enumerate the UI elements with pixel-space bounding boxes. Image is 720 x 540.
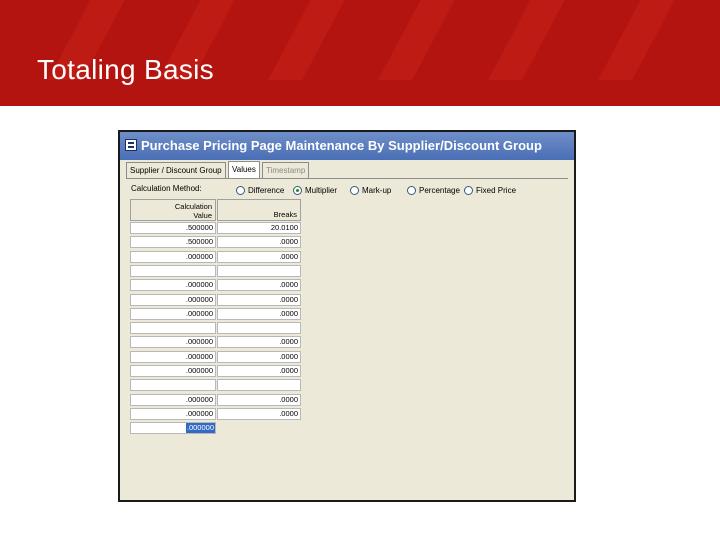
radio-button-icon <box>464 185 473 195</box>
grid-cell-calculation-value[interactable]: .000000 <box>130 279 216 291</box>
grid-cell-breaks[interactable]: .0000 <box>217 236 301 248</box>
slide-header: Totaling Basis <box>0 0 720 106</box>
grid-cell-calculation-value[interactable]: .000000 <box>130 394 216 406</box>
grid-cell-calculation-value[interactable]: .000000 <box>130 336 216 348</box>
header-stripe <box>488 0 586 80</box>
grid-cell-calculation-value[interactable] <box>130 379 216 391</box>
tab-supplier-discount-group[interactable]: Supplier / Discount Group <box>126 162 226 178</box>
column-header-calculation-value[interactable]: Calculation Value <box>130 199 216 221</box>
grid-cell-breaks[interactable]: .0000 <box>217 251 301 263</box>
grid-cell-breaks[interactable] <box>217 322 301 334</box>
grid-cell-breaks[interactable]: .0000 <box>217 336 301 348</box>
radio-button-icon <box>236 185 245 195</box>
grid-cell-calculation-value[interactable]: .000000 <box>130 351 216 363</box>
radio-multiplier[interactable]: Multiplier <box>293 185 337 195</box>
grid-cell-calculation-value[interactable]: .000000 <box>130 251 216 263</box>
grid-cell-calculation-value[interactable] <box>130 265 216 277</box>
window-title: Purchase Pricing Page Maintenance By Sup… <box>141 138 542 153</box>
app-window: Purchase Pricing Page Maintenance By Sup… <box>118 130 576 502</box>
grid-cell-breaks[interactable] <box>217 265 301 277</box>
grid-cell-calculation-value[interactable]: .000000 <box>130 308 216 320</box>
radio-difference[interactable]: Difference <box>236 185 284 195</box>
calculation-method-label: Calculation Method: <box>131 184 202 193</box>
tab-values[interactable]: Values <box>228 161 260 179</box>
grid-cell-breaks[interactable] <box>217 379 301 391</box>
column-header-breaks[interactable]: Breaks <box>217 199 301 221</box>
radio-percentage[interactable]: Percentage <box>407 185 460 195</box>
radio-button-checked-icon <box>293 185 302 195</box>
grid-cell-calculation-value[interactable]: .000000 <box>130 294 216 306</box>
radio-fixed-price[interactable]: Fixed Price <box>464 185 516 195</box>
radio-button-icon <box>407 185 416 195</box>
radio-mark-up[interactable]: Mark-up <box>350 185 391 195</box>
window-titlebar[interactable]: Purchase Pricing Page Maintenance By Sup… <box>120 132 574 160</box>
grid-cell-calculation-value[interactable]: .000000 <box>130 365 216 377</box>
grid-cell-calculation-value[interactable]: .500000 <box>130 222 216 234</box>
grid-cell-breaks[interactable]: .0000 <box>217 408 301 420</box>
selected-text: .000000 <box>185 423 215 433</box>
radio-button-icon <box>350 185 359 195</box>
grid-cell-calculation-value[interactable] <box>130 322 216 334</box>
grid-cell-calculation-value[interactable]: .500000 <box>130 236 216 248</box>
grid-cell-breaks[interactable]: .0000 <box>217 351 301 363</box>
grid-cell-breaks[interactable]: .0000 <box>217 294 301 306</box>
grid-cell-breaks[interactable]: .0000 <box>217 394 301 406</box>
slide-title: Totaling Basis <box>37 54 214 85</box>
grid-cell-breaks[interactable]: .0000 <box>217 279 301 291</box>
grid-cell-breaks[interactable]: .0000 <box>217 308 301 320</box>
grid-cell-breaks[interactable]: 20.0100 <box>217 222 301 234</box>
tab-timestamp[interactable]: Timestamp <box>262 162 310 178</box>
grid-cell-calculation-value-editing[interactable]: .000000 <box>130 422 216 434</box>
header-stripe <box>268 0 366 80</box>
grid-cell-calculation-value[interactable]: .000000 <box>130 408 216 420</box>
grid-cell-breaks[interactable]: .0000 <box>217 365 301 377</box>
header-stripe <box>378 0 476 80</box>
header-stripe <box>598 0 696 80</box>
app-icon <box>125 139 137 151</box>
